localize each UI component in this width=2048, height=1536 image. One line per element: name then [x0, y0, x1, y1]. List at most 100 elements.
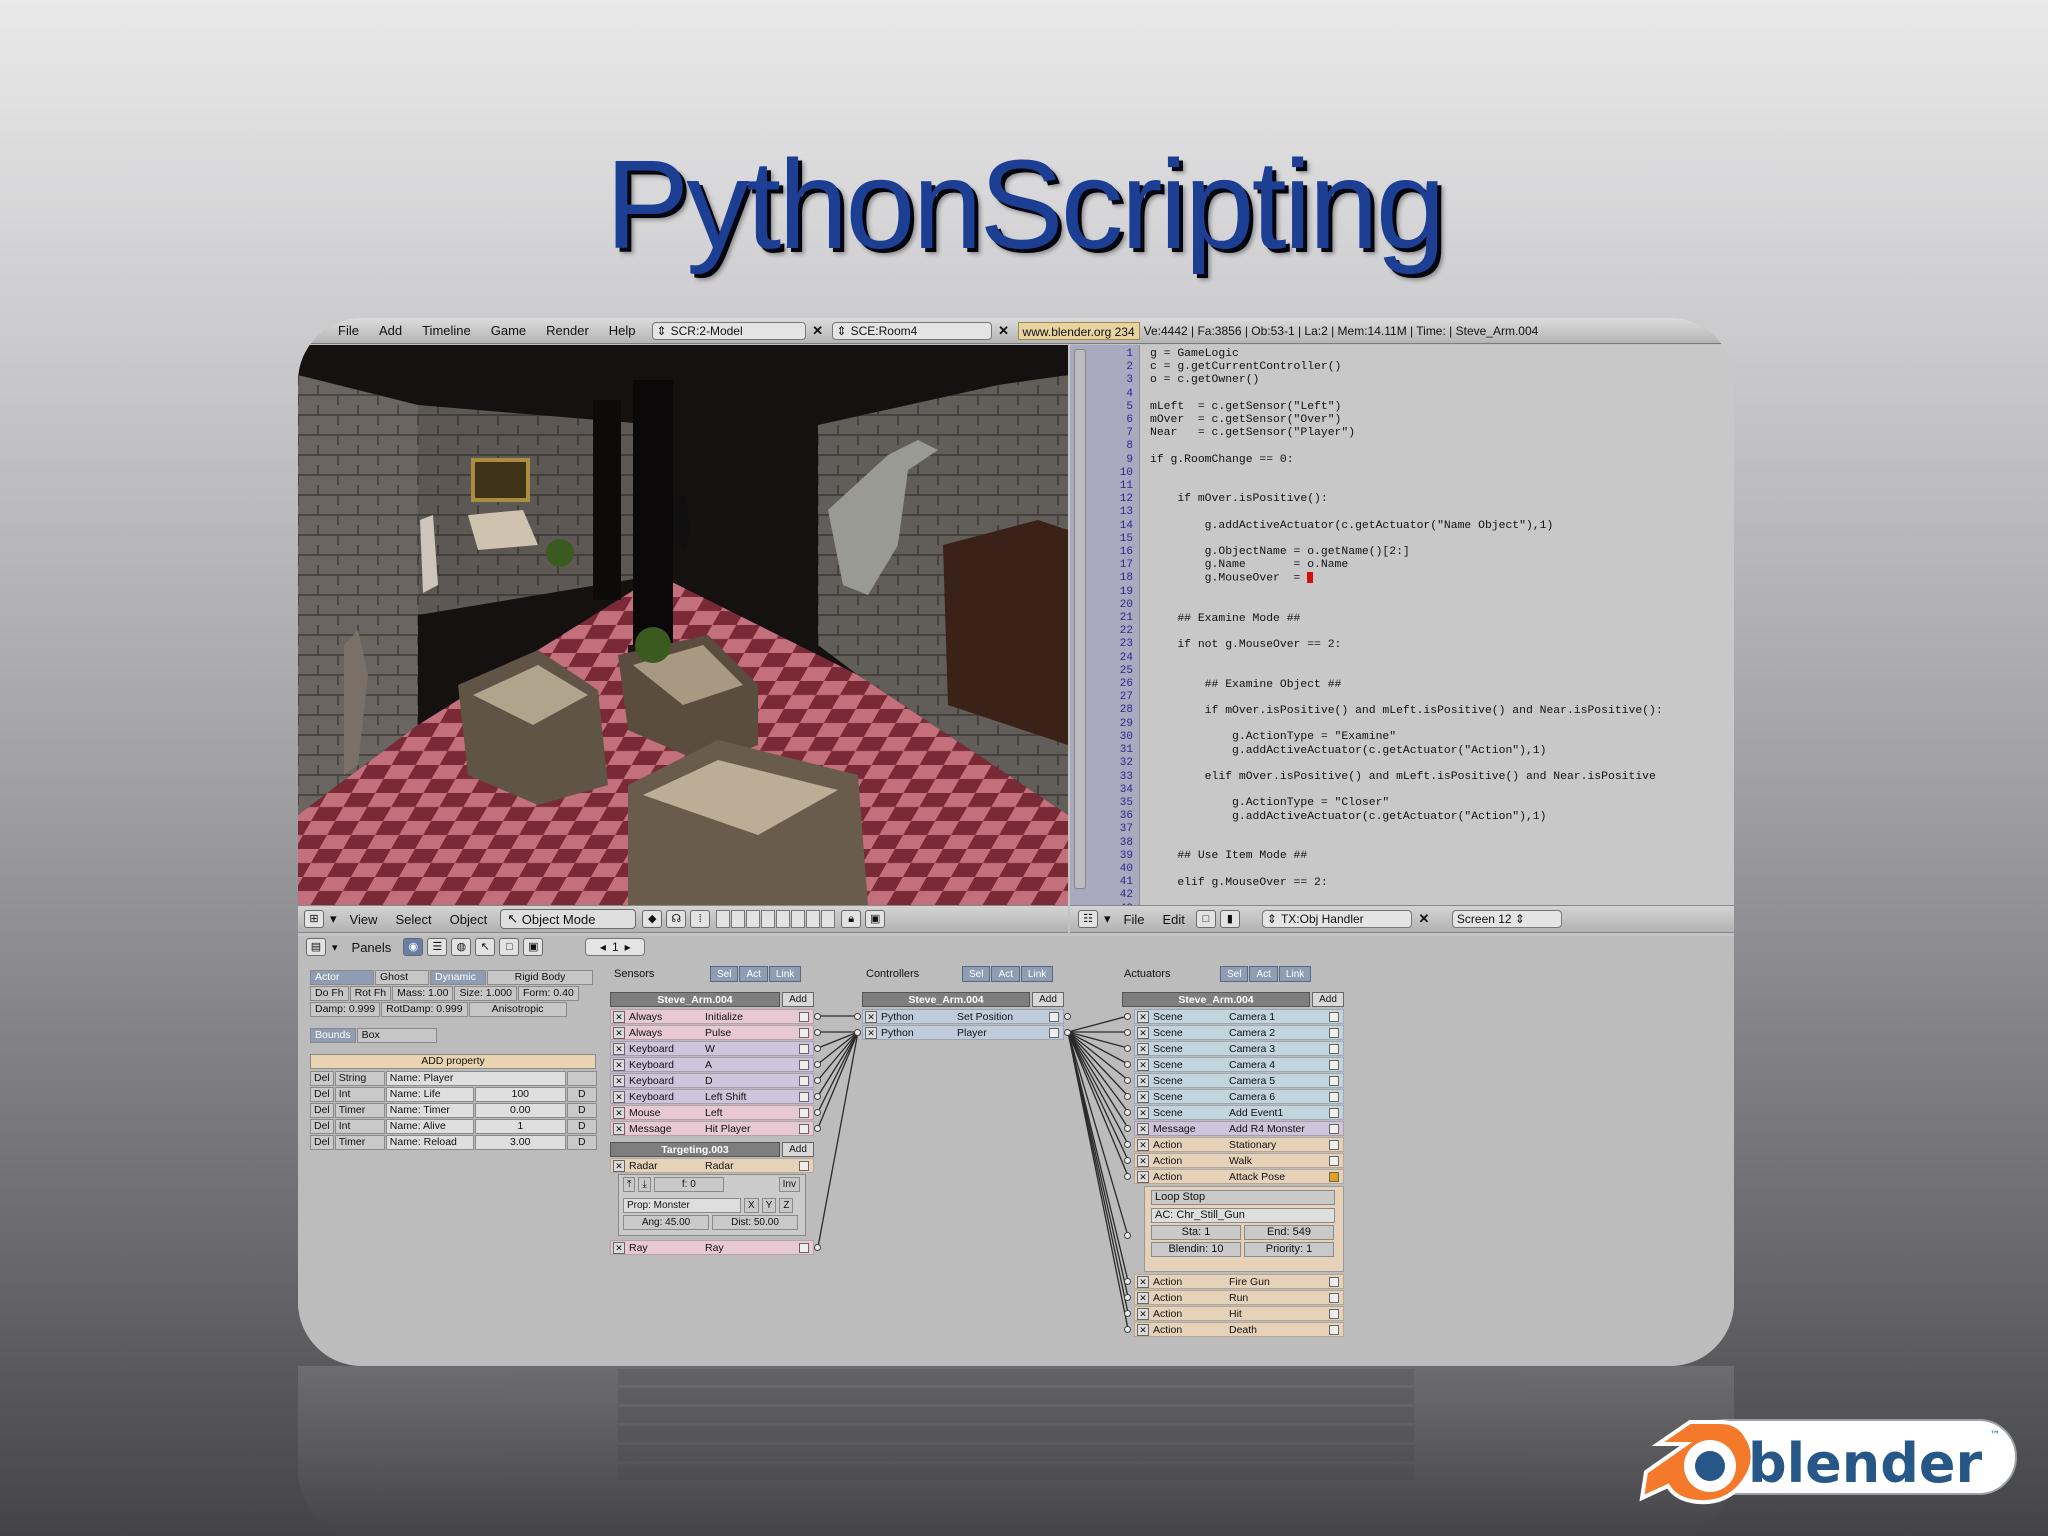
expand-icon[interactable] — [799, 1107, 809, 1118]
menu-timeline[interactable]: Timeline — [422, 323, 471, 338]
delete-icon[interactable]: ✕ — [1137, 1275, 1149, 1288]
property-name[interactable]: Name: Player — [385, 1071, 566, 1086]
add-sensor-button[interactable]: Add — [782, 992, 814, 1007]
collapse-icon[interactable] — [1329, 1171, 1339, 1182]
delete-icon[interactable]: ✕ — [865, 1026, 877, 1039]
do-fh-button[interactable]: Do Fh — [310, 986, 349, 1001]
expand-icon[interactable] — [1329, 1059, 1339, 1070]
rigid-body-button[interactable]: Rigid Body — [487, 970, 593, 985]
sensor-row[interactable]: ✕ Mouse Left — [610, 1105, 814, 1120]
property-value[interactable]: 1 — [474, 1119, 566, 1134]
delete-icon[interactable]: ✕ — [1137, 1170, 1149, 1183]
mass-field[interactable]: Mass: 1.00 — [392, 986, 454, 1001]
controller-output-connector[interactable] — [1064, 1013, 1071, 1020]
delete-icon[interactable]: ✕ — [1137, 1154, 1149, 1167]
sel-toggle[interactable]: Sel — [962, 966, 991, 982]
expand-icon[interactable] — [1329, 1011, 1339, 1022]
actuator-row[interactable]: ✕ Scene Camera 5 — [1134, 1073, 1344, 1088]
sensor-connector[interactable] — [814, 1244, 821, 1251]
expand-icon[interactable] — [1049, 1011, 1059, 1022]
act-toggle[interactable]: Act — [739, 966, 768, 982]
object-panel-icon[interactable]: ↖ — [475, 938, 496, 956]
sensor-connector[interactable] — [814, 1093, 821, 1100]
delete-icon[interactable]: ✕ — [865, 1010, 877, 1023]
property-filter-field[interactable]: Prop: Monster — [623, 1198, 741, 1213]
actuator-connector[interactable] — [1124, 1109, 1131, 1116]
editing-panel-icon[interactable]: □ — [499, 938, 520, 956]
add-controller-button[interactable]: Add — [1032, 992, 1064, 1007]
actuator-connector[interactable] — [1124, 1013, 1131, 1020]
controller-input-connector[interactable] — [854, 1029, 861, 1036]
sel-toggle[interactable]: Sel — [710, 966, 739, 982]
sensor-row[interactable]: ✕ Keyboard A — [610, 1057, 814, 1072]
actuator-row[interactable]: ✕ Action Walk — [1134, 1153, 1344, 1168]
delete-icon[interactable]: ✕ — [613, 1058, 625, 1071]
sensor-row[interactable]: ✕ Keyboard D — [610, 1073, 814, 1088]
menu-select[interactable]: Select — [395, 912, 431, 927]
mode-selector[interactable]: ↖ Object Mode — [500, 909, 637, 929]
3d-viewport[interactable] — [298, 345, 1068, 905]
delete-icon[interactable]: ✕ — [1137, 1106, 1149, 1119]
delete-icon[interactable]: ✕ — [1137, 1074, 1149, 1087]
delete-icon[interactable]: ✕ — [1137, 1307, 1149, 1320]
delete-property-button[interactable]: Del — [310, 1087, 334, 1102]
delete-icon[interactable]: ✕ — [1137, 1291, 1149, 1304]
sensor-connector[interactable] — [814, 1061, 821, 1068]
editor-scrollbar[interactable] — [1074, 349, 1086, 889]
text-block-selector[interactable]: ⇕ TX:Obj Handler — [1261, 910, 1412, 928]
delete-icon[interactable]: ✕ — [613, 1010, 625, 1023]
delete-property-button[interactable]: Del — [310, 1135, 334, 1150]
actuator-row[interactable]: ✕ Scene Camera 6 — [1134, 1089, 1344, 1104]
bounds-type-select[interactable]: Box — [356, 1028, 437, 1043]
expand-icon[interactable] — [1329, 1324, 1339, 1335]
property-type[interactable]: String — [334, 1071, 385, 1086]
render-icon[interactable]: ▣ — [865, 910, 886, 928]
expand-icon[interactable] — [1049, 1027, 1059, 1038]
end-frame-field[interactable]: End: 549 — [1244, 1225, 1334, 1240]
window-type-icon[interactable]: ▾ — [298, 323, 328, 339]
expand-icon[interactable] — [799, 1059, 809, 1070]
property-type[interactable]: Int — [334, 1119, 385, 1134]
actuator-connector[interactable] — [1124, 1173, 1131, 1180]
expand-icon[interactable] — [799, 1043, 809, 1054]
actuator-connector[interactable] — [1124, 1077, 1131, 1084]
sensor-connector[interactable] — [814, 1109, 821, 1116]
property-type[interactable]: Int — [334, 1087, 385, 1102]
actuator-row[interactable]: ✕ Scene Camera 3 — [1134, 1041, 1344, 1056]
actuator-connector[interactable] — [1124, 1294, 1131, 1301]
pivot-icon[interactable]: ☊ — [666, 910, 687, 928]
angle-field[interactable]: Ang: 45.00 — [623, 1215, 709, 1230]
scene-selector[interactable]: ⇕ SCE:Room4 — [831, 321, 992, 340]
actuator-row[interactable]: ✕ Scene Camera 4 — [1134, 1057, 1344, 1072]
actuator-row[interactable]: ✕ Scene Add Event1 — [1134, 1105, 1344, 1120]
controller-input-connector[interactable] — [854, 1013, 861, 1020]
collapse-icon[interactable]: ▾ — [1104, 911, 1111, 927]
menu-view[interactable]: View — [350, 912, 378, 927]
actuator-connector[interactable] — [1124, 1045, 1131, 1052]
actuator-object-header[interactable]: Steve_Arm.004 — [1122, 992, 1310, 1007]
sensor-row[interactable]: ✕ Message Hit Player — [610, 1121, 814, 1136]
expand-icon[interactable] — [1329, 1027, 1339, 1038]
delete-icon[interactable]: ✕ — [1137, 1323, 1149, 1336]
distance-field[interactable]: Dist: 50.00 — [712, 1215, 798, 1230]
sensor-row[interactable]: ✕ Keyboard W — [610, 1041, 814, 1056]
actuator-connector[interactable] — [1124, 1326, 1131, 1333]
delete-icon[interactable]: ✕ — [1137, 1026, 1149, 1039]
expand-icon[interactable] — [799, 1027, 809, 1038]
menu-help[interactable]: Help — [609, 323, 636, 338]
sensor-connector[interactable] — [814, 1045, 821, 1052]
menu-add[interactable]: Add — [379, 323, 402, 338]
expand-icon[interactable] — [1329, 1091, 1339, 1102]
actuator-row[interactable]: ✕ Message Add R4 Monster — [1134, 1121, 1344, 1136]
draw-type-icon[interactable]: ◆ — [642, 910, 663, 928]
actuator-row[interactable]: ✕ Scene Camera 1 — [1134, 1009, 1344, 1024]
expand-icon[interactable] — [1329, 1308, 1339, 1319]
expand-icon[interactable] — [799, 1123, 809, 1134]
property-type[interactable]: Timer — [334, 1135, 385, 1150]
property-value[interactable] — [566, 1071, 597, 1086]
python-code[interactable]: g = GameLogic c = g.getCurrentController… — [1150, 348, 1663, 905]
menu-edit[interactable]: Edit — [1162, 912, 1184, 927]
actuator-row[interactable]: ✕ Action Run — [1134, 1290, 1344, 1305]
controller-object-header[interactable]: Steve_Arm.004 — [862, 992, 1030, 1007]
actuator-connector[interactable] — [1124, 1232, 1131, 1239]
